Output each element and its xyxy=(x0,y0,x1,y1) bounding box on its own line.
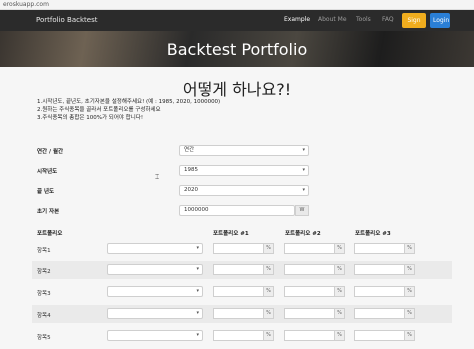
percent-suffix: % xyxy=(404,287,414,296)
instruction-1: 1.시작년도, 끝년도, 초기자본을 설정해주세요! (예 : 1985, 20… xyxy=(37,99,221,105)
hero-banner: Backtest Portfolio xyxy=(0,31,474,67)
percent-suffix: % xyxy=(263,331,273,340)
item-label: 항목5 xyxy=(37,335,51,341)
weight-input-1[interactable]: % xyxy=(213,286,274,297)
weight-input-2[interactable]: % xyxy=(284,308,345,319)
chevron-down-icon: ▾ xyxy=(196,310,199,316)
period-select[interactable]: 연간 ▾ xyxy=(179,145,309,156)
stock-select[interactable]: ▾ xyxy=(107,286,203,297)
weight-input-3[interactable]: % xyxy=(354,308,415,319)
start-year-value: 1985 xyxy=(184,167,198,173)
weight-input-2[interactable]: % xyxy=(284,330,345,341)
top-navbar: Portfolio Backtest Example About Me Tool… xyxy=(0,10,474,39)
weight-input-3[interactable]: % xyxy=(354,264,415,275)
chevron-down-icon: ▾ xyxy=(196,332,199,338)
weight-input-2[interactable]: % xyxy=(284,243,345,254)
item-label: 항목4 xyxy=(37,313,51,319)
end-year-select[interactable]: 2020 ▾ xyxy=(179,185,309,196)
chevron-down-icon: ▾ xyxy=(302,147,305,153)
weight-input-3[interactable]: % xyxy=(354,243,415,254)
main-content: 어떻게 하나요?! 1.시작년도, 끝년도, 초기자본을 설정해주세요! (예 … xyxy=(0,67,474,349)
chevron-down-icon: ▾ xyxy=(302,167,305,173)
chevron-down-icon: ▾ xyxy=(196,288,199,294)
portfolio-col-1: 포트폴리오 #1 xyxy=(213,231,249,237)
brand-logo[interactable]: Portfolio Backtest xyxy=(36,16,97,24)
capital-unit: W xyxy=(295,205,309,216)
percent-suffix: % xyxy=(404,265,414,274)
percent-suffix: % xyxy=(404,309,414,318)
start-year-select[interactable]: 1985 ▾ xyxy=(179,165,309,176)
end-year-value: 2020 xyxy=(184,187,198,193)
percent-suffix: % xyxy=(334,244,344,253)
instruction-3: 3.주식종목의 총합은 100%가 되어야 합니다! xyxy=(37,115,144,121)
hero-title: Backtest Portfolio xyxy=(166,40,308,59)
percent-suffix: % xyxy=(404,244,414,253)
weight-input-1[interactable]: % xyxy=(213,243,274,254)
percent-suffix: % xyxy=(263,287,273,296)
end-year-label: 끝 년도 xyxy=(37,189,55,195)
weight-input-1[interactable]: % xyxy=(213,330,274,341)
item-label: 항목3 xyxy=(37,291,51,297)
start-year-label: 시작년도 xyxy=(37,169,58,175)
percent-suffix: % xyxy=(334,309,344,318)
portfolio-col-3: 포트폴리오 #3 xyxy=(355,231,391,237)
url-text: eroskuapp.com xyxy=(3,1,49,8)
weight-input-2[interactable]: % xyxy=(284,264,345,275)
stock-select[interactable]: ▾ xyxy=(107,308,203,319)
period-value: 연간 xyxy=(184,147,195,153)
login-button[interactable]: Login xyxy=(430,13,450,28)
nav-example[interactable]: Example xyxy=(284,16,310,23)
stock-select[interactable]: ▾ xyxy=(107,330,203,341)
item-label: 항목2 xyxy=(37,269,51,275)
weight-input-3[interactable]: % xyxy=(354,330,415,341)
portfolio-header: 포트폴리오 xyxy=(37,231,63,237)
weight-input-3[interactable]: % xyxy=(354,286,415,297)
stock-select[interactable]: ▾ xyxy=(107,264,203,275)
nav-tools[interactable]: Tools xyxy=(356,16,371,23)
percent-suffix: % xyxy=(334,265,344,274)
browser-url-bar[interactable]: eroskuapp.com xyxy=(0,0,474,10)
percent-suffix: % xyxy=(334,287,344,296)
signup-button[interactable]: Sign Up xyxy=(402,13,426,39)
text-cursor-icon: ⌶ xyxy=(155,173,160,181)
capital-label: 초기 자본 xyxy=(37,209,60,215)
chevron-down-icon: ▾ xyxy=(196,245,199,251)
percent-suffix: % xyxy=(334,331,344,340)
chevron-down-icon: ▾ xyxy=(302,187,305,193)
percent-suffix: % xyxy=(404,331,414,340)
nav-faq[interactable]: FAQ xyxy=(382,16,394,23)
percent-suffix: % xyxy=(263,244,273,253)
percent-suffix: % xyxy=(263,309,273,318)
item-label: 항목1 xyxy=(37,248,51,254)
portfolio-col-2: 포트폴리오 #2 xyxy=(285,231,321,237)
percent-suffix: % xyxy=(263,265,273,274)
period-label: 연간 / 월간 xyxy=(37,149,64,155)
capital-input[interactable]: 1000000 xyxy=(179,205,295,216)
chevron-down-icon: ▾ xyxy=(196,266,199,272)
nav-about-me[interactable]: About Me xyxy=(318,16,347,23)
weight-input-1[interactable]: % xyxy=(213,264,274,275)
instruction-2: 2.원하는 주식종목을 골라서 포트폴리오를 구성하세요 xyxy=(37,107,161,113)
weight-input-2[interactable]: % xyxy=(284,286,345,297)
stock-select[interactable]: ▾ xyxy=(107,243,203,254)
weight-input-1[interactable]: % xyxy=(213,308,274,319)
